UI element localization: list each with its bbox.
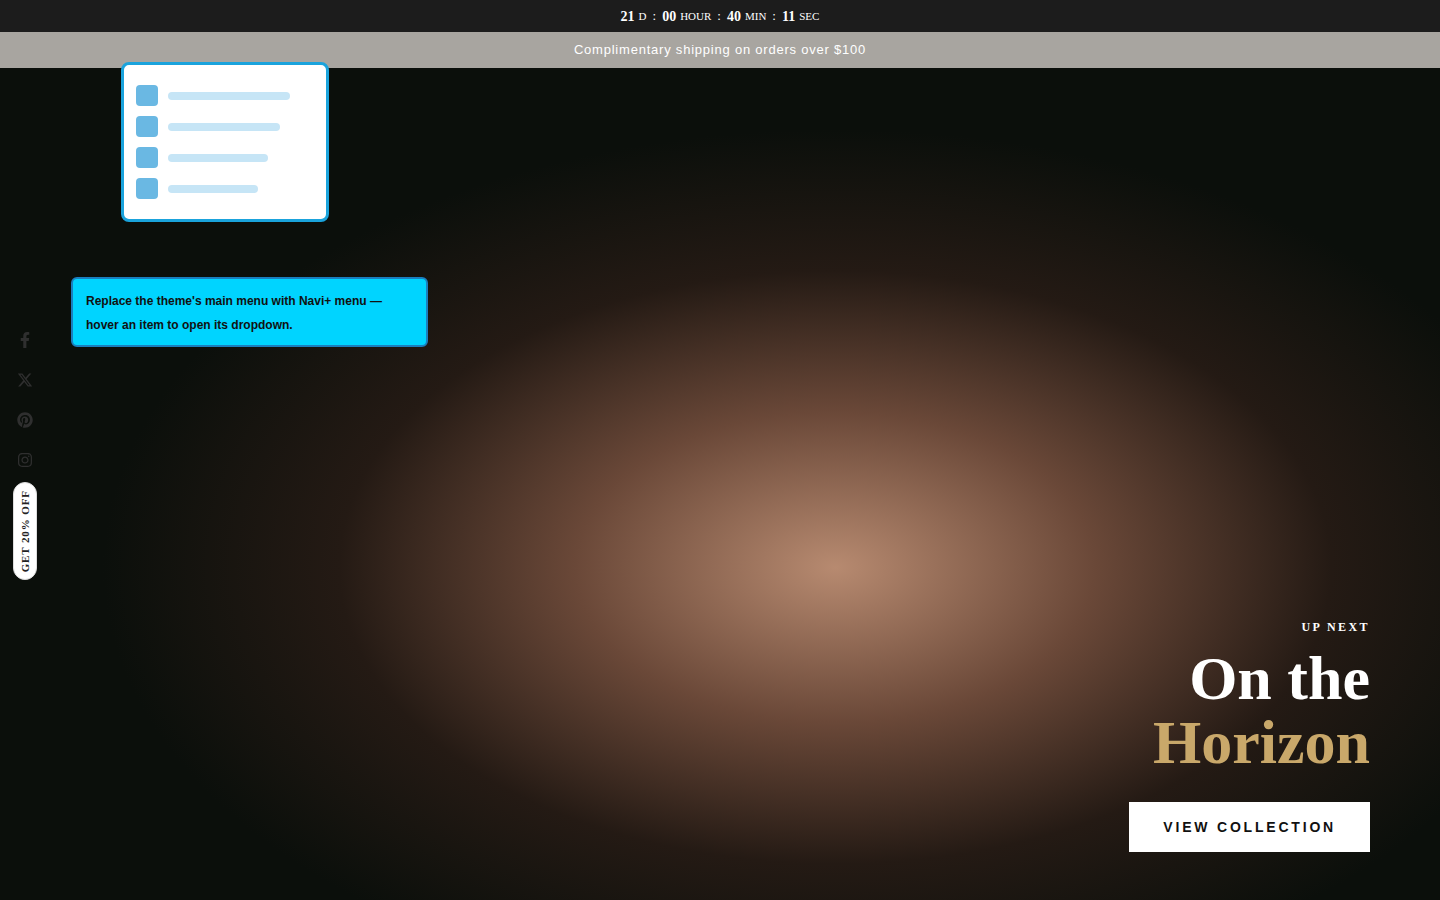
menu-row-square xyxy=(136,116,158,137)
countdown-unit: 11SEC xyxy=(782,6,819,27)
countdown-unit: 00HOUR: xyxy=(662,6,723,27)
menu-row-bar xyxy=(168,185,258,193)
countdown-unit: 21D: xyxy=(621,6,659,27)
countdown-separator: : xyxy=(717,6,721,26)
menu-row-bar xyxy=(168,154,268,162)
menu-illustration-row xyxy=(136,147,326,168)
countdown-value: 21 xyxy=(621,6,635,27)
countdown-unit: 40MIN: xyxy=(727,6,778,27)
menu-illustration-row xyxy=(136,85,326,106)
menu-row-square xyxy=(136,85,158,106)
discount-tab[interactable]: GET 20% OFF xyxy=(13,482,37,580)
countdown-label: HOUR xyxy=(680,8,711,25)
countdown-bar: 21D:00HOUR:40MIN:11SEC xyxy=(0,0,1440,32)
countdown-value: 00 xyxy=(662,6,676,27)
menu-illustration-row xyxy=(136,178,326,199)
hero-title-accent: Horizon xyxy=(1153,710,1370,774)
hero-eyebrow: UP NEXT xyxy=(1302,618,1370,636)
menu-row-square xyxy=(136,178,158,199)
menu-row-bar xyxy=(168,123,280,131)
pinterest-icon[interactable] xyxy=(17,412,33,428)
x-icon[interactable] xyxy=(17,372,33,388)
countdown-separator: : xyxy=(653,6,657,26)
menu-illustration-row xyxy=(136,116,326,137)
menu-illustration xyxy=(121,62,329,222)
facebook-icon[interactable] xyxy=(17,332,33,348)
countdown-label: D xyxy=(639,8,647,25)
countdown-label: MIN xyxy=(745,8,766,25)
announcement-text: Complimentary shipping on orders over $1… xyxy=(574,40,866,60)
countdown-separator: : xyxy=(772,6,776,26)
countdown-value: 40 xyxy=(727,6,741,27)
page: 21D:00HOUR:40MIN:11SECComplimentary ship… xyxy=(0,0,1440,900)
tooltip: Replace the theme's main menu with Navi+… xyxy=(71,277,428,347)
countdown-value: 11 xyxy=(782,6,795,27)
social-links xyxy=(17,332,33,468)
hero-content: UP NEXT On theHorizon VIEW COLLECTION xyxy=(1129,618,1370,852)
instagram-icon[interactable] xyxy=(17,452,33,468)
discount-tab-text: GET 20% OFF xyxy=(17,490,34,572)
menu-row-square xyxy=(136,147,158,168)
view-collection-button[interactable]: VIEW COLLECTION xyxy=(1129,802,1370,852)
hero-title-line: On the xyxy=(1153,646,1370,710)
hero-title: On theHorizon xyxy=(1153,646,1370,774)
hero: UP NEXT On theHorizon VIEW COLLECTION Repla… xyxy=(0,68,1440,900)
tooltip-text: Replace the theme's main menu with Navi+… xyxy=(86,294,382,332)
menu-row-bar xyxy=(168,92,290,100)
countdown-label: SEC xyxy=(799,8,819,25)
